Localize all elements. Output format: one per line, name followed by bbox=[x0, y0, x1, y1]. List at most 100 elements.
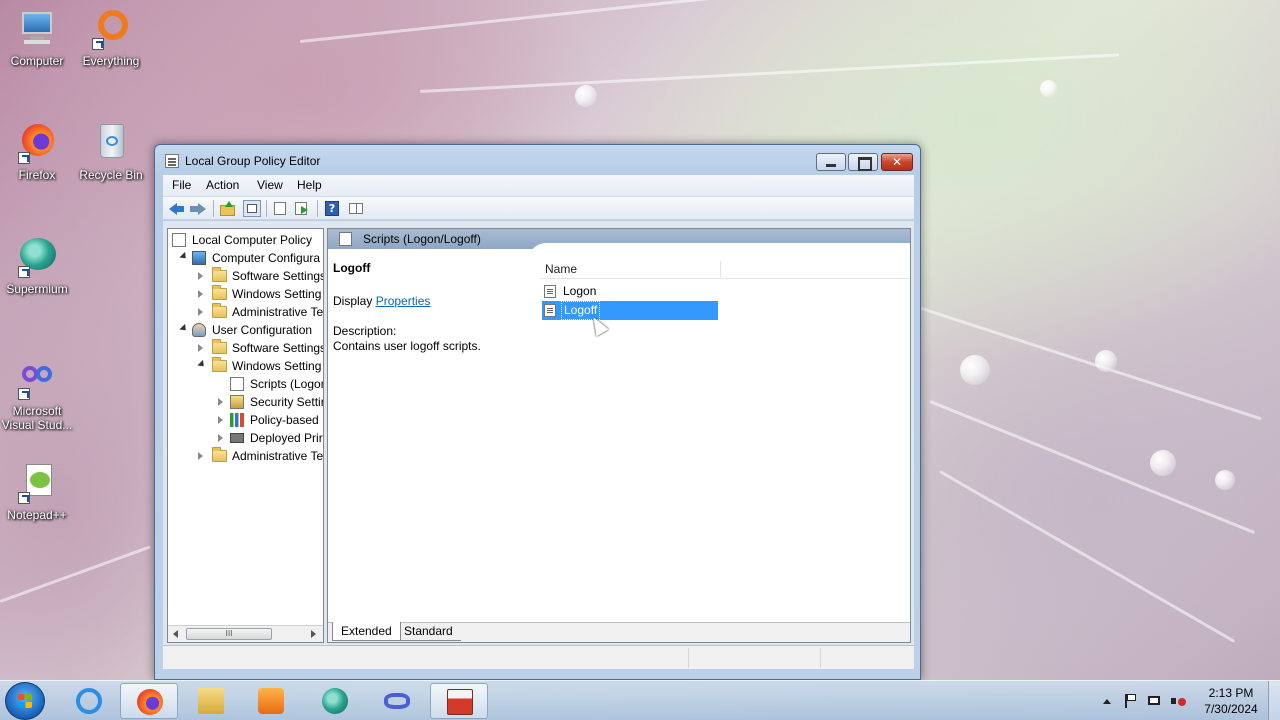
chart-icon bbox=[230, 413, 244, 427]
menu-view[interactable]: View bbox=[257, 178, 283, 192]
group-policy-editor-icon bbox=[447, 689, 473, 715]
wallpaper-droplet bbox=[960, 355, 990, 385]
desktop-icon-label: Notepad++ bbox=[7, 508, 67, 522]
expanded-chevron-icon[interactable] bbox=[179, 251, 189, 262]
title-bar[interactable]: Local Group Policy Editor bbox=[155, 145, 920, 177]
action-center-flag-icon[interactable] bbox=[1122, 693, 1138, 709]
shortcut-arrow-icon bbox=[92, 38, 104, 50]
show-desktop-button[interactable] bbox=[1268, 681, 1280, 720]
minimize-button[interactable] bbox=[816, 153, 846, 171]
taskbar-internet-explorer[interactable] bbox=[60, 683, 118, 719]
desktop-icon-firefox[interactable]: Firefox bbox=[0, 122, 74, 182]
collapsed-chevron-icon[interactable] bbox=[218, 416, 223, 424]
toolbar-separator bbox=[317, 200, 318, 217]
close-button[interactable] bbox=[881, 153, 913, 171]
expanded-chevron-icon[interactable] bbox=[179, 323, 189, 334]
description-label: Description: bbox=[333, 324, 397, 338]
folder-icon bbox=[212, 285, 227, 300]
forward-arrow-icon[interactable] bbox=[189, 200, 207, 217]
description-text: Contains user logoff scripts. bbox=[333, 339, 481, 353]
desktop-icon-computer[interactable]: Computer bbox=[0, 8, 74, 68]
help-icon[interactable]: ? bbox=[323, 200, 341, 217]
tree-node-label: User Configuration bbox=[212, 323, 313, 337]
toolbar-separator bbox=[213, 200, 214, 217]
collapsed-chevron-icon[interactable] bbox=[198, 344, 203, 352]
desktop-icon-visual-studio[interactable]: Microsoft Visual Stud... bbox=[0, 358, 74, 432]
tree-node-label: Windows Setting bbox=[232, 359, 322, 373]
clock-date: 7/30/2024 bbox=[1204, 702, 1258, 716]
scroll-right-arrow-icon[interactable] bbox=[311, 630, 316, 638]
properties-icon[interactable] bbox=[271, 200, 289, 217]
desktop-icon-everything[interactable]: Everything bbox=[74, 8, 148, 68]
desktop-icon-supermium[interactable]: Supermium bbox=[0, 236, 74, 296]
tree-node-label: Computer Configura bbox=[212, 251, 321, 265]
group-policy-editor-window[interactable]: Local Group Policy Editor File Action Vi… bbox=[154, 144, 921, 680]
export-list-icon[interactable] bbox=[293, 200, 311, 217]
policy-icon bbox=[172, 233, 186, 247]
taskbar-supermium[interactable] bbox=[306, 683, 364, 719]
window-title: Local Group Policy Editor bbox=[185, 154, 321, 168]
status-bar bbox=[163, 645, 914, 669]
menu-action[interactable]: Action bbox=[206, 178, 239, 192]
toolbar: ? bbox=[163, 197, 914, 220]
console-tree[interactable]: Local Computer Policy Computer Configura… bbox=[167, 228, 324, 643]
maximize-button[interactable] bbox=[848, 153, 878, 171]
network-icon[interactable] bbox=[1146, 693, 1162, 709]
list-column-header[interactable]: Name bbox=[540, 259, 910, 279]
collapsed-chevron-icon[interactable] bbox=[198, 452, 203, 460]
collapsed-chevron-icon[interactable] bbox=[218, 434, 223, 442]
collapsed-chevron-icon[interactable] bbox=[198, 272, 203, 280]
show-tree-icon[interactable] bbox=[243, 200, 261, 217]
desktop-icon-label: Recycle Bin bbox=[79, 168, 143, 182]
desktop-icon-notepadplusplus[interactable]: Notepad++ bbox=[0, 462, 74, 522]
shortcut-arrow-icon bbox=[18, 492, 30, 504]
show-action-pane-icon[interactable] bbox=[347, 200, 365, 217]
tree-node-label: Administrative Te bbox=[232, 305, 324, 319]
back-arrow-icon[interactable] bbox=[167, 200, 185, 217]
show-hidden-icons-icon[interactable] bbox=[1100, 693, 1116, 709]
collapsed-chevron-icon[interactable] bbox=[218, 398, 223, 406]
collapsed-chevron-icon[interactable] bbox=[198, 290, 203, 298]
computer-config-icon bbox=[192, 251, 206, 265]
policy-editor-icon bbox=[165, 154, 179, 168]
column-divider[interactable] bbox=[720, 261, 721, 277]
shortcut-arrow-icon bbox=[18, 388, 30, 400]
taskbar-firefox[interactable] bbox=[120, 683, 178, 719]
taskbar-group-policy-editor[interactable] bbox=[430, 683, 488, 719]
tree-horizontal-scrollbar[interactable]: III bbox=[168, 625, 323, 642]
supermium-icon bbox=[16, 236, 58, 278]
tab-standard[interactable]: Standard bbox=[396, 622, 461, 641]
tab-extended[interactable]: Extended bbox=[332, 622, 401, 641]
list-item-label: Logon bbox=[563, 284, 597, 298]
script-icon bbox=[544, 304, 556, 317]
properties-link[interactable]: Properties bbox=[376, 294, 431, 308]
scroll-left-arrow-icon[interactable] bbox=[173, 630, 178, 638]
taskbar: 2:13 PM 7/30/2024 bbox=[0, 680, 1280, 720]
system-clock[interactable]: 2:13 PM 7/30/2024 bbox=[1196, 685, 1266, 717]
notepadplusplus-icon bbox=[16, 462, 58, 504]
folder-icon bbox=[212, 447, 227, 462]
visual-studio-icon bbox=[16, 358, 58, 400]
list-item-logoff[interactable]: Logoff bbox=[542, 301, 718, 320]
recycle-bin-icon bbox=[90, 122, 132, 164]
expanded-chevron-icon[interactable] bbox=[197, 359, 207, 370]
up-folder-icon[interactable] bbox=[219, 200, 237, 217]
desktop-icon-recycle-bin[interactable]: Recycle Bin bbox=[74, 122, 148, 182]
taskbar-visual-studio[interactable] bbox=[368, 683, 426, 719]
taskbar-file-explorer[interactable] bbox=[182, 683, 240, 719]
volume-muted-icon[interactable] bbox=[1170, 693, 1186, 709]
taskbar-media-player[interactable] bbox=[242, 683, 300, 719]
menu-help[interactable]: Help bbox=[297, 178, 322, 192]
collapsed-chevron-icon[interactable] bbox=[198, 308, 203, 316]
start-button[interactable] bbox=[5, 682, 45, 720]
wallpaper-streak bbox=[939, 470, 1236, 643]
column-name[interactable]: Name bbox=[545, 262, 577, 276]
scroll-thumb[interactable]: III bbox=[186, 628, 272, 640]
folder-icon bbox=[212, 267, 227, 282]
list-item-logon[interactable]: Logon bbox=[542, 282, 718, 301]
menu-file[interactable]: File bbox=[172, 178, 191, 192]
display-label: Display bbox=[333, 294, 373, 308]
desktop-icon-label: Supermium bbox=[6, 282, 68, 296]
internet-explorer-icon bbox=[76, 688, 102, 714]
computer-icon bbox=[16, 8, 58, 50]
